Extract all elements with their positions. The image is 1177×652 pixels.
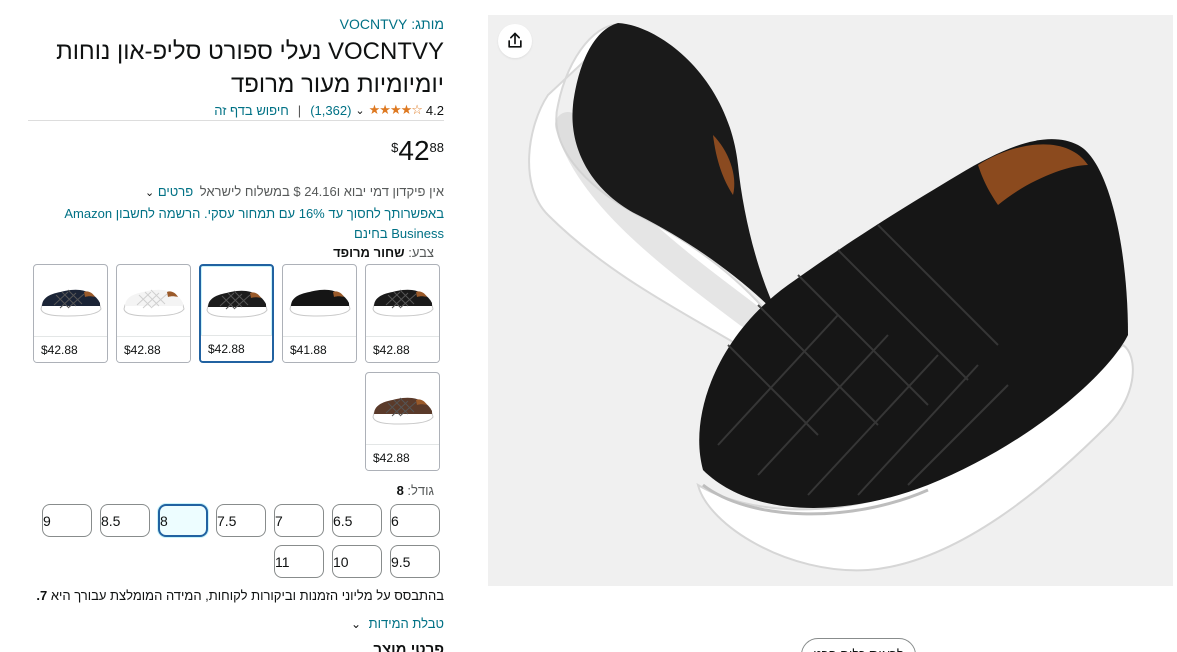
swatch-price: $41.88 <box>283 336 356 362</box>
product-details-heading: פרטי מוצר <box>373 641 444 652</box>
swatch-thumbnail <box>283 265 356 337</box>
size-option[interactable]: 8.5 <box>100 504 150 537</box>
size-option[interactable]: 7.5 <box>216 504 266 537</box>
shipping-details-link[interactable]: פרטים <box>158 184 193 199</box>
color-swatch[interactable]: $42.88 <box>116 264 191 363</box>
price-symbol: $ <box>391 140 399 155</box>
price: $ 42 88 <box>391 137 444 165</box>
brand-link[interactable]: VOCNTVY <box>340 16 408 32</box>
swatch-price: $42.88 <box>201 335 272 361</box>
chevron-down-icon[interactable]: ⌄ <box>351 617 361 631</box>
brand-prefix: מותג: <box>411 16 444 32</box>
shoe-icon <box>371 397 434 425</box>
product-info: מותג: VOCNTVY VOCNTVY נעלי ספורט סליפ-או… <box>28 0 444 652</box>
divider: | <box>297 102 302 118</box>
size-label: גודל: 8 <box>397 483 434 498</box>
color-swatch[interactable]: $41.88 <box>282 264 357 363</box>
color-swatch[interactable]: $42.88 <box>365 264 440 363</box>
divider <box>28 120 444 121</box>
rating-value: 4.2 <box>425 102 444 118</box>
color-label-prefix: צבע: <box>408 245 434 260</box>
shoe-icon <box>122 289 185 317</box>
shoe-icon <box>371 289 434 317</box>
brand-line[interactable]: מותג: VOCNTVY <box>340 16 444 32</box>
fit-size: 7. <box>36 588 48 603</box>
product-image-panel[interactable] <box>488 15 1173 586</box>
shoe-icon <box>39 289 102 317</box>
selected-size: 8 <box>396 483 404 498</box>
size-option[interactable]: 8 <box>158 504 208 537</box>
price-fraction: 88 <box>429 140 444 155</box>
swatch-thumbnail <box>201 266 272 338</box>
product-title: VOCNTVY נעלי ספורט סליפ-און נוחות יומיומ… <box>56 38 444 98</box>
size-chart-link[interactable]: טבלת המידות ⌄ <box>351 616 444 631</box>
size-label-prefix: גודל: <box>407 483 434 498</box>
swatch-thumbnail <box>34 265 107 337</box>
fit-text: בהתבסס על מליוני הזמנות וביקורות לקוחות,… <box>50 588 444 603</box>
see-all-button[interactable]: לראות כלום פרט <box>801 638 916 652</box>
swatch-thumbnail <box>117 265 190 337</box>
search-page-link[interactable]: חיפוש בדף זה <box>214 103 289 118</box>
shoe-icon <box>205 290 268 318</box>
chevron-down-icon[interactable]: ⌄ <box>145 187 154 199</box>
product-image <box>528 23 1134 572</box>
swatch-price: $42.88 <box>366 336 439 362</box>
size-option[interactable]: 10 <box>332 545 382 578</box>
swatch-thumbnail <box>366 373 439 445</box>
price-whole: 42 <box>398 135 430 166</box>
shipping-info: אין פיקדון דמי יבוא ו24.16 $ במשלוח לישר… <box>145 184 444 199</box>
size-option[interactable]: 7 <box>274 504 324 537</box>
share-button[interactable] <box>498 24 532 58</box>
color-label: צבע: שחור מרופד <box>333 245 434 260</box>
shoe-icon <box>288 289 351 317</box>
swatch-price: $42.88 <box>34 336 107 362</box>
share-icon <box>508 32 522 48</box>
color-swatch[interactable]: $42.88 <box>33 264 108 363</box>
size-chart-label[interactable]: טבלת המידות <box>369 616 444 631</box>
star-rating-icon[interactable]: ★★★★☆ <box>369 102 423 118</box>
size-option[interactable]: 6.5 <box>332 504 382 537</box>
swatch-price: $42.88 <box>366 444 439 470</box>
size-option[interactable]: 9 <box>42 504 92 537</box>
size-option[interactable]: 11 <box>274 545 324 578</box>
swatch-price: $42.88 <box>117 336 190 362</box>
size-option[interactable]: 9.5 <box>390 545 440 578</box>
shipping-text: אין פיקדון דמי יבוא ו24.16 $ במשלוח לישר… <box>199 184 444 199</box>
rating-row: 4.2 ★★★★☆ ⌄ (1,362) | חיפוש בדף זה <box>214 101 444 119</box>
fit-recommendation: בהתבסס על מליוני הזמנות וביקורות לקוחות,… <box>36 588 444 603</box>
selected-color: שחור מרופד <box>333 245 405 260</box>
swatch-thumbnail <box>366 265 439 337</box>
business-promo-link[interactable]: באפשרותך לחסוך עד 16% עם תמחור עסקי. הרש… <box>28 204 444 244</box>
chevron-down-icon[interactable]: ⌄ <box>355 104 364 117</box>
size-option[interactable]: 6 <box>390 504 440 537</box>
color-swatch[interactable]: $42.88 <box>365 372 440 471</box>
color-swatch[interactable]: $42.88 <box>199 264 274 363</box>
rating-count-link[interactable]: (1,362) <box>310 103 351 118</box>
